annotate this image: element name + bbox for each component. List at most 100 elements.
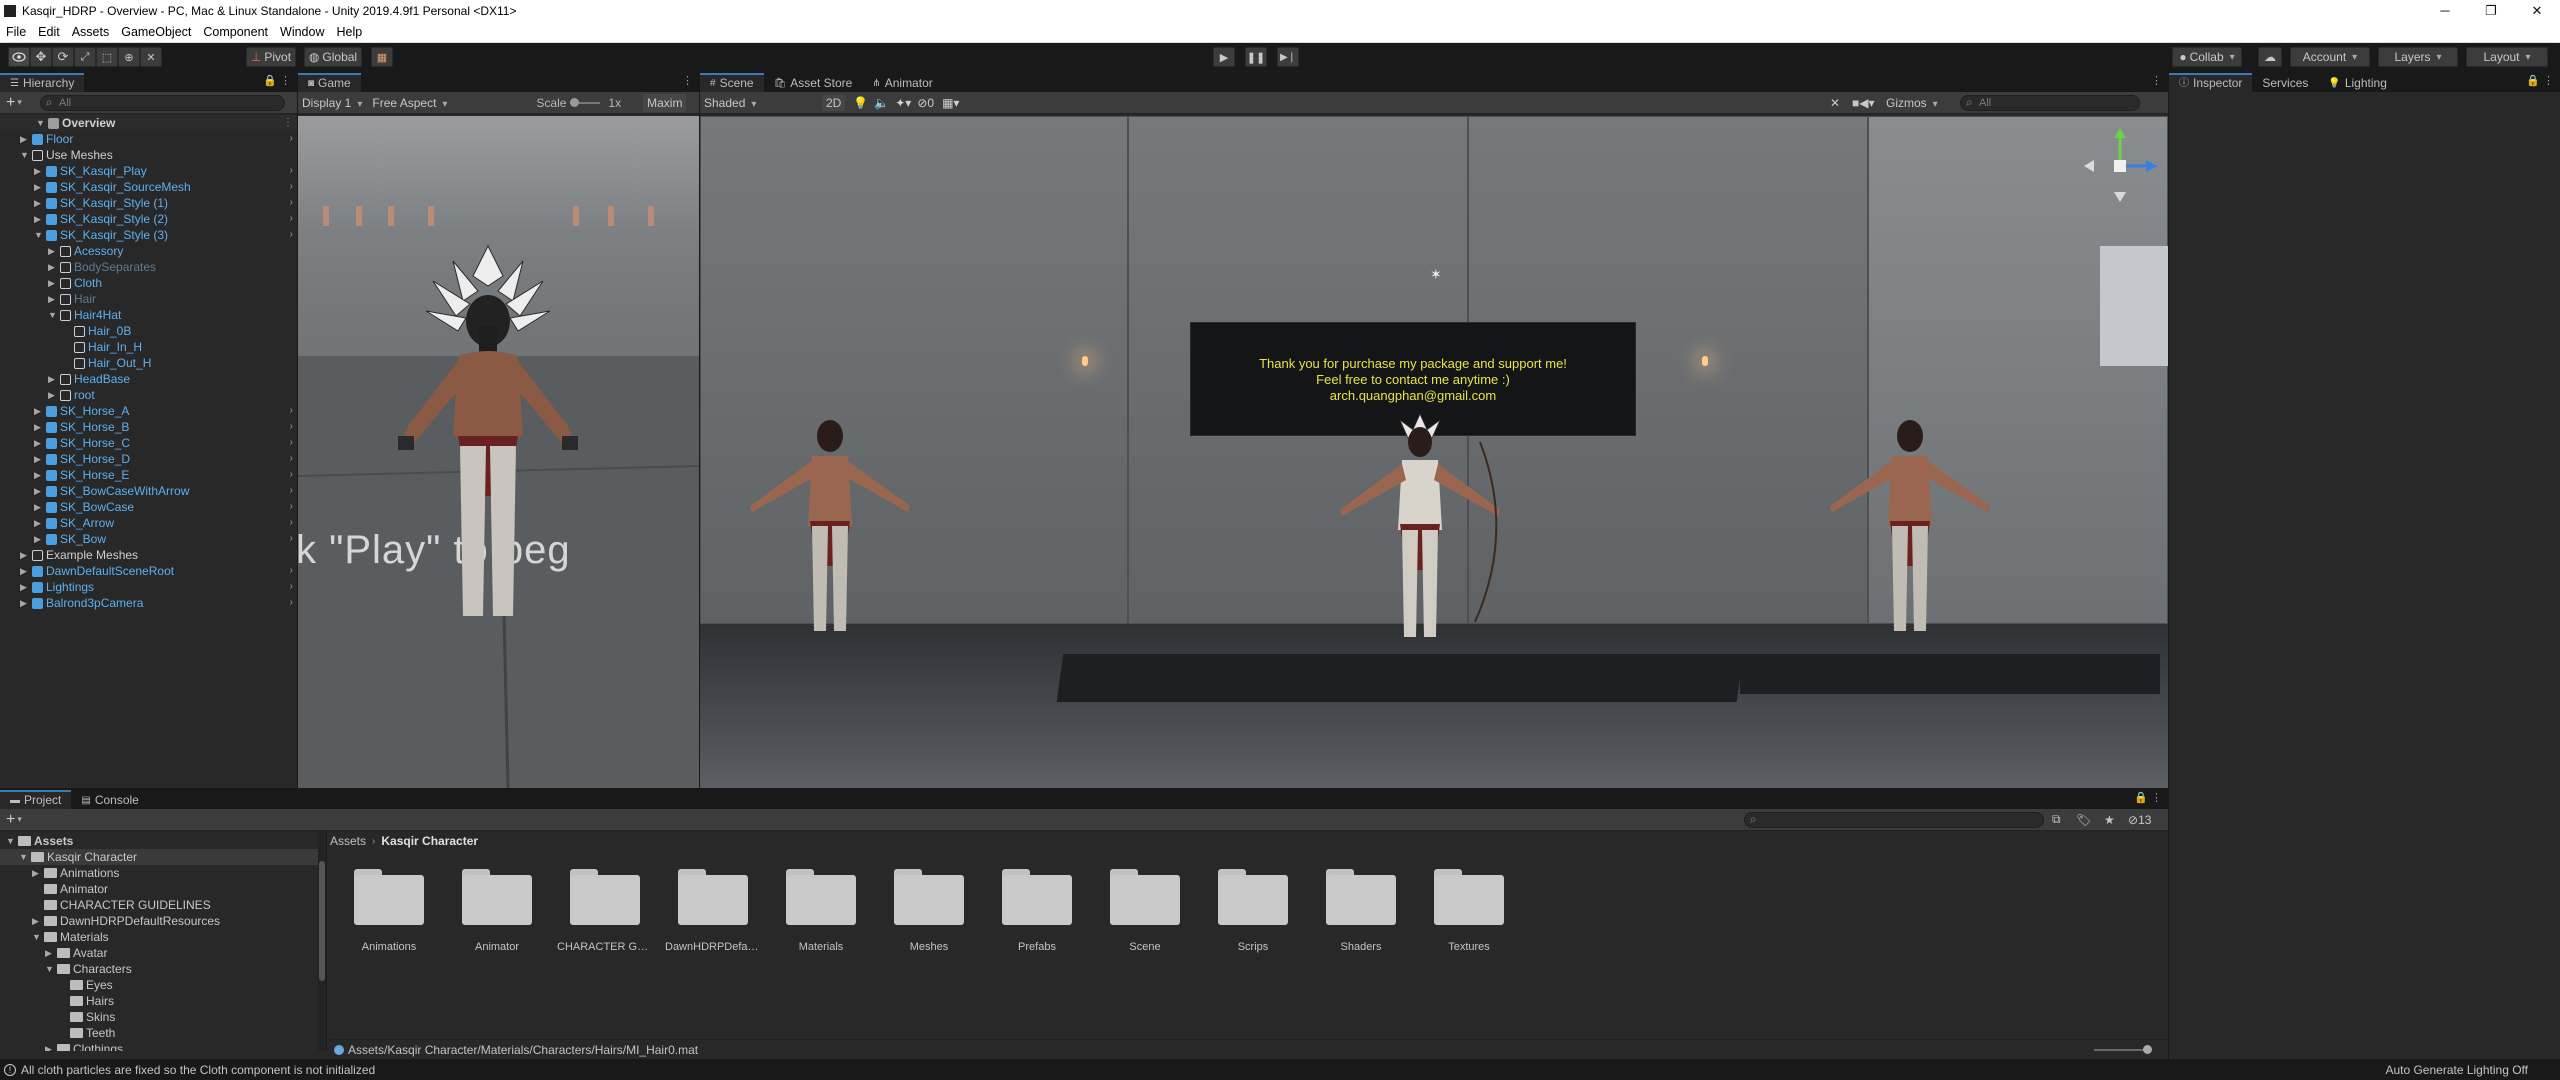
filter-by-label-icon[interactable]: 🏷 bbox=[2076, 813, 2091, 827]
hierarchy-row[interactable]: Hair_In_H bbox=[0, 339, 297, 355]
menu-help[interactable]: Help bbox=[330, 25, 368, 39]
icon-size-slider[interactable] bbox=[2094, 1045, 2152, 1054]
asset-folder[interactable]: Scrips bbox=[1205, 851, 1301, 961]
layers-dropdown[interactable]: Layers bbox=[2378, 47, 2458, 67]
folder-tree-row[interactable]: CHARACTER GUIDELINES bbox=[0, 897, 318, 913]
asset-folder[interactable]: Textures bbox=[1421, 851, 1517, 961]
2d-toggle[interactable]: 2D bbox=[822, 94, 846, 111]
menu-file[interactable]: File bbox=[0, 25, 32, 39]
collapse-arrow-icon[interactable]: ▶ bbox=[20, 595, 30, 611]
scale-slider[interactable] bbox=[570, 97, 601, 107]
hierarchy-row[interactable]: ▶ SK_Horse_C › bbox=[0, 435, 297, 451]
view-tool-button[interactable] bbox=[8, 47, 30, 67]
audio-toggle-icon[interactable]: 🔈 bbox=[874, 96, 889, 110]
create-button[interactable]: + bbox=[6, 94, 15, 112]
expand-arrow-icon[interactable]: ▼ bbox=[20, 147, 30, 163]
snap-grid-button[interactable]: ▦ bbox=[371, 47, 393, 67]
tab-services[interactable]: Services bbox=[2252, 73, 2319, 92]
account-dropdown[interactable]: Account bbox=[2290, 47, 2370, 67]
folder-tree-row[interactable]: Teeth bbox=[0, 1025, 318, 1041]
camera-icon[interactable]: ■◀▾ bbox=[1852, 96, 1875, 110]
tab-asset-store[interactable]: 🛍 Asset Store bbox=[763, 73, 863, 92]
folder-tree-row[interactable]: ▶ Animations bbox=[0, 865, 318, 881]
aspect-dropdown[interactable]: Free Aspect bbox=[372, 96, 522, 110]
panel-menu-icon[interactable]: 🔒 ⋮ bbox=[2526, 74, 2554, 87]
project-search-input[interactable] bbox=[1744, 811, 2044, 828]
collapse-arrow-icon[interactable]: ▶ bbox=[34, 499, 44, 515]
collapse-arrow-icon[interactable]: ▶ bbox=[48, 387, 58, 403]
folder-tree-row[interactable]: ▼ Characters bbox=[0, 961, 318, 977]
open-prefab-arrow-icon[interactable]: › bbox=[290, 211, 293, 227]
panel-menu-icon[interactable]: 🔒 ⋮ bbox=[263, 74, 291, 87]
minimize-button[interactable]: ─ bbox=[2422, 0, 2468, 21]
hierarchy-row[interactable]: ▶ SK_Horse_D › bbox=[0, 451, 297, 467]
tools-icon[interactable]: ✕ bbox=[1830, 96, 1840, 110]
open-prefab-arrow-icon[interactable]: › bbox=[290, 595, 293, 611]
status-message[interactable]: All cloth particles are fixed so the Clo… bbox=[21, 1063, 375, 1077]
collapse-arrow-icon[interactable]: ▶ bbox=[34, 163, 44, 179]
collapse-arrow-icon[interactable]: ▶ bbox=[45, 1041, 52, 1051]
tab-console[interactable]: ▤ Console bbox=[71, 790, 149, 809]
rect-tool-button[interactable]: ⬚ bbox=[96, 47, 118, 67]
asset-folder[interactable]: Animator bbox=[449, 851, 545, 961]
maximize-button[interactable]: ❐ bbox=[2468, 0, 2514, 21]
folder-tree-row[interactable]: Eyes bbox=[0, 977, 318, 993]
panel-menu-icon[interactable]: 🔒 ⋮ bbox=[2134, 791, 2162, 804]
collapse-arrow-icon[interactable]: ▶ bbox=[48, 275, 58, 291]
collapse-arrow-icon[interactable]: ▶ bbox=[34, 467, 44, 483]
open-prefab-arrow-icon[interactable]: › bbox=[290, 515, 293, 531]
hierarchy-row[interactable]: ▶ SK_BowCaseWithArrow › bbox=[0, 483, 297, 499]
open-prefab-arrow-icon[interactable]: › bbox=[290, 499, 293, 515]
open-prefab-arrow-icon[interactable]: › bbox=[290, 579, 293, 595]
collapse-arrow-icon[interactable]: ▶ bbox=[20, 131, 30, 147]
tab-animator[interactable]: ⋔ Animator bbox=[862, 73, 943, 92]
move-tool-button[interactable]: ✥ bbox=[30, 47, 52, 67]
hidden-packages-icon[interactable]: ⊘13 bbox=[2128, 813, 2151, 827]
menu-edit[interactable]: Edit bbox=[32, 25, 66, 39]
transform-tool-button[interactable]: ⊕ bbox=[118, 47, 140, 67]
tab-lighting[interactable]: 💡 Lighting bbox=[2318, 73, 2397, 92]
hierarchy-search-input[interactable]: All bbox=[39, 94, 285, 111]
tab-scene[interactable]: # Scene bbox=[700, 73, 764, 92]
scene-menu-icon[interactable]: ⋮ bbox=[283, 115, 293, 131]
create-asset-button[interactable]: + bbox=[6, 811, 15, 829]
hierarchy-row[interactable]: ▶ SK_Horse_A › bbox=[0, 403, 297, 419]
expand-arrow-icon[interactable]: ▼ bbox=[34, 227, 44, 243]
open-prefab-arrow-icon[interactable]: › bbox=[290, 195, 293, 211]
tab-hierarchy[interactable]: ☰ Hierarchy bbox=[0, 73, 85, 92]
folder-tree-row[interactable]: Skins bbox=[0, 1009, 318, 1025]
hierarchy-row[interactable]: ▼ SK_Kasqir_Style (3) › bbox=[0, 227, 297, 243]
hierarchy-row[interactable]: ▶ BodySeparates bbox=[0, 259, 297, 275]
close-button[interactable]: ✕ bbox=[2514, 0, 2560, 21]
folder-tree-row[interactable]: ▼ Kasqir Character bbox=[0, 849, 318, 865]
open-prefab-arrow-icon[interactable]: › bbox=[290, 483, 293, 499]
collab-dropdown[interactable]: ● Collab bbox=[2172, 47, 2242, 67]
hierarchy-row[interactable]: ▶ SK_Horse_E › bbox=[0, 467, 297, 483]
tree-scrollbar[interactable] bbox=[318, 831, 326, 1051]
menu-gameobject[interactable]: GameObject bbox=[115, 25, 197, 39]
shading-mode-dropdown[interactable]: Shaded bbox=[704, 96, 814, 110]
scale-slider-thumb[interactable] bbox=[570, 97, 580, 107]
tree-scrollbar-thumb[interactable] bbox=[319, 861, 325, 981]
breadcrumb-assets[interactable]: Assets bbox=[330, 834, 366, 848]
hierarchy-row[interactable]: ▶ Balrond3pCamera › bbox=[0, 595, 297, 611]
asset-folder[interactable]: DawnHDRPDefaul... bbox=[665, 851, 761, 961]
collapse-arrow-icon[interactable]: ▶ bbox=[48, 243, 58, 259]
menu-assets[interactable]: Assets bbox=[66, 25, 116, 39]
open-prefab-arrow-icon[interactable]: › bbox=[290, 467, 293, 483]
asset-folder[interactable]: Prefabs bbox=[989, 851, 1085, 961]
open-prefab-arrow-icon[interactable]: › bbox=[290, 403, 293, 419]
folder-tree-row[interactable]: Animator bbox=[0, 881, 318, 897]
collapse-arrow-icon[interactable]: ▶ bbox=[34, 435, 44, 451]
tab-project[interactable]: ▬ Project bbox=[0, 790, 72, 809]
hierarchy-row[interactable]: ▶ SK_Bow › bbox=[0, 531, 297, 547]
maximize-on-play-toggle[interactable]: Maxim bbox=[643, 93, 687, 112]
folder-tree-row[interactable]: ▶ Clothings bbox=[0, 1041, 318, 1051]
hierarchy-row[interactable]: ▶ SK_Horse_B › bbox=[0, 419, 297, 435]
collapse-arrow-icon[interactable]: ▶ bbox=[20, 579, 30, 595]
hierarchy-row[interactable]: ▶ Example Meshes bbox=[0, 547, 297, 563]
menu-component[interactable]: Component bbox=[197, 25, 274, 39]
custom-tool-button[interactable]: ✕ bbox=[140, 47, 162, 67]
hierarchy-row[interactable]: ▼ Overview ⋮ bbox=[0, 115, 297, 131]
collapse-arrow-icon[interactable]: ▶ bbox=[34, 419, 44, 435]
